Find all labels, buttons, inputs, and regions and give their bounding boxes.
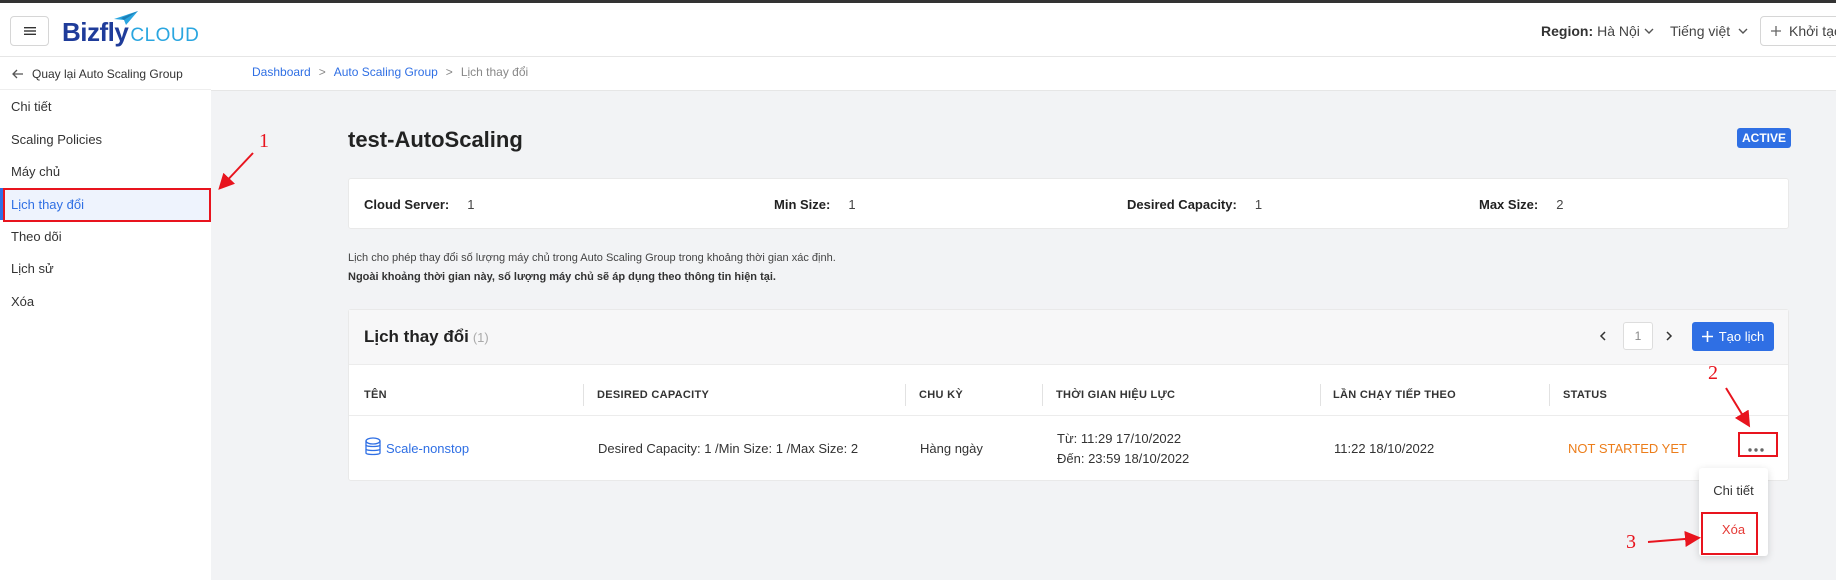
pagination-prev-button[interactable] <box>1599 328 1607 346</box>
sidebar-item-scaling-policies[interactable]: Scaling Policies <box>0 123 211 155</box>
stat-min-size: Min Size: 1 <box>774 197 856 212</box>
chevron-left-icon <box>1599 331 1606 341</box>
bizfly-logo[interactable]: Bizfly CLOUD <box>62 11 200 47</box>
stat-value: 2 <box>1556 197 1564 212</box>
column-header-valid-time: THỜI GIAN HIỆU LỰC <box>1056 389 1176 401</box>
valid-from-cell: Từ: 11:29 17/10/2022 <box>1057 431 1182 446</box>
top-header: Bizfly CLOUD Region: Hà Nội Tiếng việt K… <box>0 3 1836 57</box>
breadcrumb-auto-scaling-group[interactable]: Auto Scaling Group <box>334 65 438 79</box>
sidebar-item-delete[interactable]: Xóa <box>0 285 211 317</box>
column-divider <box>1549 384 1550 406</box>
stat-cloud-server: Cloud Server: 1 <box>364 197 474 212</box>
next-run-cell: 11:22 18/10/2022 <box>1334 441 1435 456</box>
stat-value: 1 <box>1254 197 1263 212</box>
column-header-status: STATUS <box>1563 389 1608 401</box>
plus-icon <box>1771 26 1781 36</box>
sidebar-item-history[interactable]: Lịch sử <box>0 252 211 284</box>
hamburger-icon <box>23 27 36 35</box>
region-selector[interactable]: Region: Hà Nội <box>1541 23 1654 39</box>
create-resource-label: Khởi tạo <box>1789 23 1836 39</box>
annotation-label-2: 2 <box>1708 362 1718 384</box>
arrow-left-icon <box>12 69 23 79</box>
info-note-bold: Ngoài khoảng thời gian này, số lượng máy… <box>348 271 776 283</box>
region-label: Region: <box>1541 23 1594 39</box>
page-title: test-AutoScaling <box>348 127 523 152</box>
card-count: (1) <box>472 330 489 345</box>
chevron-right-icon <box>1666 331 1673 341</box>
language-selector[interactable]: Tiếng việt <box>1670 23 1748 39</box>
column-divider <box>1042 384 1043 406</box>
stat-max-size: Max Size: 2 <box>1479 197 1563 212</box>
annotation-box-schedules <box>3 188 211 222</box>
column-divider <box>1320 384 1321 406</box>
column-divider <box>583 384 584 406</box>
chevron-down-icon <box>1738 28 1748 34</box>
region-value: Hà Nội <box>1597 23 1640 39</box>
schedule-card: Lịch thay đổi (1) 1 Tạo lịch TÊN DESIRED … <box>348 309 1789 481</box>
sidebar-item-label: Máy chủ <box>11 163 61 179</box>
cycle-cell: Hàng ngày <box>920 441 983 456</box>
back-link-label: Quay lại Auto Scaling Group <box>32 67 183 81</box>
info-note: Lịch cho phép thay đổi số lượng máy chủ … <box>348 252 836 264</box>
sidebar-item-label: Scaling Policies <box>11 131 103 147</box>
stat-desired-capacity: Desired Capacity: 1 <box>1127 197 1262 212</box>
card-title: Lịch thay đổi (1) <box>364 327 489 347</box>
annotation-arrow-3 <box>1647 531 1701 547</box>
sidebar-item-servers[interactable]: Máy chủ <box>0 155 211 187</box>
stat-label: Min Size: <box>774 197 831 212</box>
column-header-name: TÊN <box>364 389 387 401</box>
stat-value: 1 <box>848 197 856 212</box>
stat-label: Cloud Server: <box>364 197 450 212</box>
sidebar-item-label: Chi tiết <box>11 98 52 114</box>
breadcrumb-bar: Dashboard > Auto Scaling Group > Lịch th… <box>211 57 1836 91</box>
plus-icon <box>1701 331 1713 342</box>
database-icon <box>365 437 381 456</box>
status-cell: NOT STARTED YET <box>1568 441 1687 456</box>
back-link[interactable]: Quay lại Auto Scaling Group <box>12 67 183 81</box>
schedule-name-link[interactable]: Scale-nonstop <box>386 441 469 456</box>
paper-plane-icon <box>114 11 138 25</box>
breadcrumb-separator: > <box>445 65 453 79</box>
sidebar-item-label: Xóa <box>11 293 35 309</box>
valid-to-cell: Đến: 23:59 18/10/2022 <box>1057 451 1190 466</box>
column-divider <box>905 384 906 406</box>
stat-value: 1 <box>467 197 475 212</box>
desired-capacity-cell: Desired Capacity: 1 /Min Size: 1 /Max Si… <box>598 441 859 456</box>
sidebar: Quay lại Auto Scaling Group Chi tiết Sca… <box>0 57 211 580</box>
breadcrumb-dashboard[interactable]: Dashboard <box>252 65 311 79</box>
chevron-down-icon <box>1644 28 1654 34</box>
annotation-arrow-1 <box>218 152 254 190</box>
annotation-label-3: 3 <box>1626 531 1636 553</box>
menu-button[interactable] <box>10 16 49 46</box>
create-schedule-label: Tạo lịch <box>1718 329 1765 344</box>
card-title-text: Lịch thay đổi <box>364 327 469 346</box>
pagination-page[interactable]: 1 <box>1623 322 1653 350</box>
breadcrumb-current: Lịch thay đổi <box>460 65 529 79</box>
status-badge: ACTIVE <box>1737 128 1792 148</box>
language-value: Tiếng việt <box>1670 23 1731 39</box>
pagination-next-button[interactable] <box>1665 328 1673 346</box>
card-header: Lịch thay đổi (1) 1 Tạo lịch <box>349 310 1788 365</box>
column-header-next-run: LẦN CHẠY TIẾP THEO <box>1333 389 1456 401</box>
summary-panel: Cloud Server: 1 Min Size: 1 Desired Capa… <box>348 178 1789 229</box>
stat-label: Max Size: <box>1479 197 1539 212</box>
stat-label: Desired Capacity: <box>1127 197 1237 212</box>
annotation-box-actions <box>1738 432 1778 457</box>
sidebar-item-label: Lịch sử <box>11 260 54 276</box>
column-header-desired-capacity: DESIRED CAPACITY <box>597 389 710 401</box>
sidebar-item-details[interactable]: Chi tiết <box>0 90 211 122</box>
sidebar-item-monitoring[interactable]: Theo dõi <box>0 220 211 252</box>
menu-item-details[interactable]: Chi tiết <box>1699 483 1768 498</box>
logo-subtext: CLOUD <box>130 25 200 46</box>
create-schedule-button[interactable]: Tạo lịch <box>1692 322 1774 351</box>
annotation-box-delete <box>1701 512 1758 555</box>
annotation-label-1: 1 <box>259 130 269 152</box>
breadcrumb-separator: > <box>318 65 326 79</box>
create-resource-button[interactable]: Khởi tạo <box>1760 16 1836 46</box>
sidebar-item-label: Theo dõi <box>11 228 62 244</box>
breadcrumb: Dashboard > Auto Scaling Group > Lịch th… <box>252 65 528 79</box>
column-header-cycle: CHU KỲ <box>919 389 963 401</box>
row-divider <box>349 415 1788 416</box>
